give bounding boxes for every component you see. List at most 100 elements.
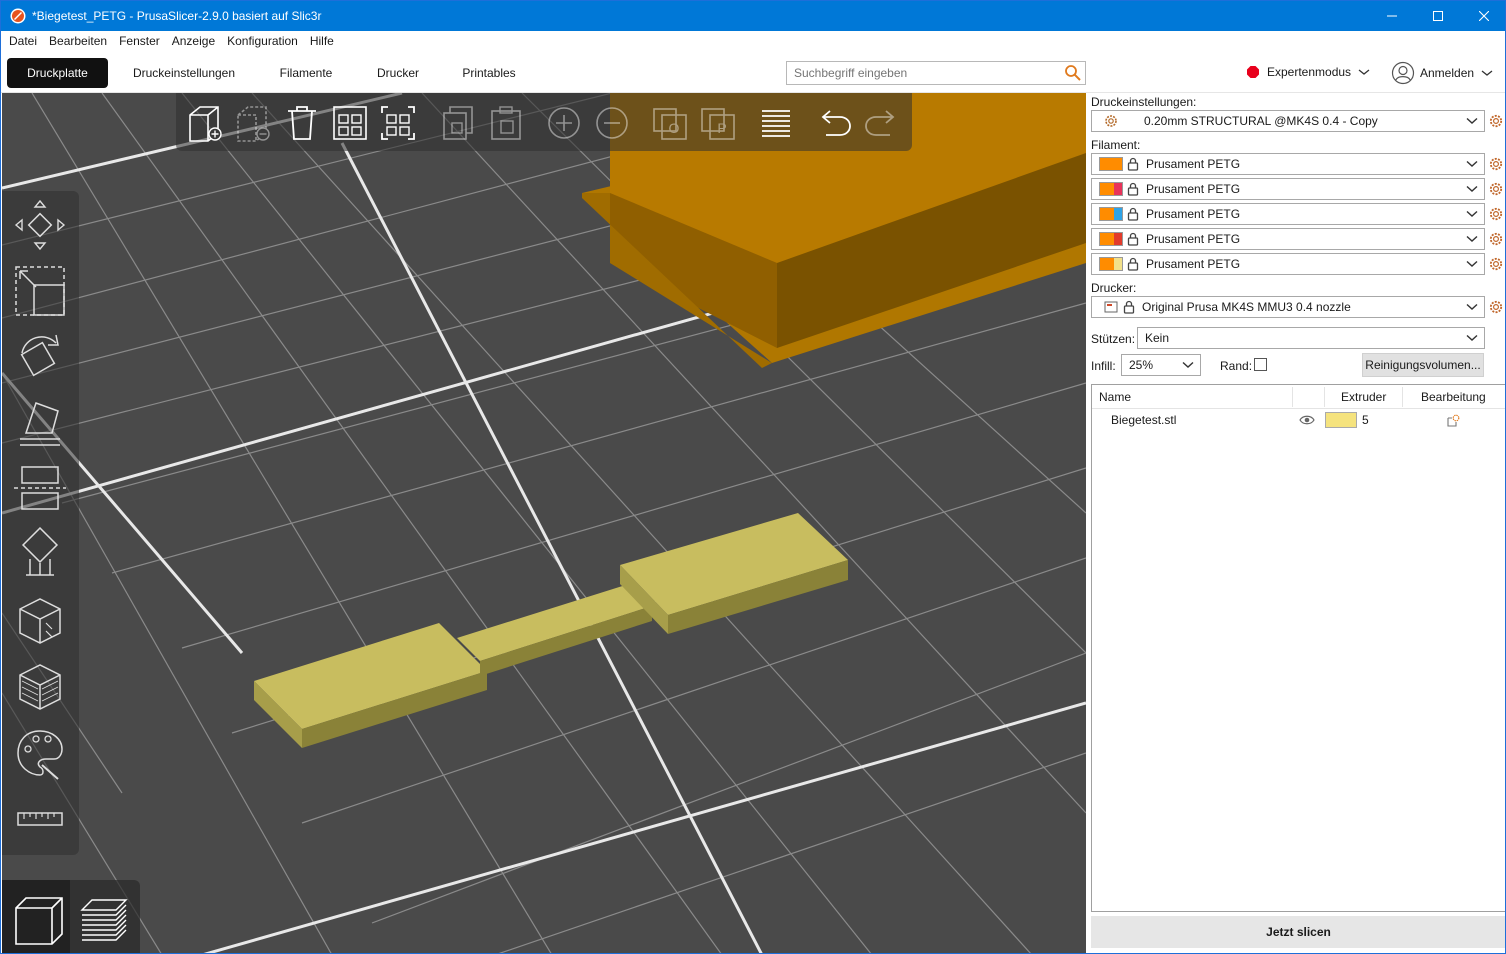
minimize-button[interactable] [1369, 1, 1415, 31]
purge-volumes-button[interactable]: Reinigungsvolumen... [1362, 353, 1484, 377]
printer-icon [1104, 301, 1118, 313]
measure-icon[interactable] [12, 791, 68, 847]
column-extruder[interactable]: Extruder [1341, 385, 1386, 409]
brim-checkbox[interactable] [1254, 358, 1267, 371]
menu-anzeige[interactable]: Anzeige [166, 31, 221, 52]
seam-painting-icon[interactable] [12, 593, 68, 649]
menu-fenster[interactable]: Fenster [113, 31, 166, 52]
3d-view-button[interactable] [2, 880, 70, 953]
move-icon[interactable] [12, 197, 68, 253]
tab-drucker[interactable]: Drucker [365, 58, 431, 88]
split-to-parts-icon[interactable]: P [698, 103, 738, 143]
mode-label: Expertenmodus [1267, 65, 1352, 79]
print-profile-combo[interactable]: 0.20mm STRUCTURAL @MK4S 0.4 - Copy [1091, 110, 1485, 132]
paste-icon[interactable] [486, 103, 526, 143]
infill-combo[interactable]: 25% [1121, 354, 1201, 376]
supports-combo[interactable]: Kein [1137, 327, 1485, 349]
add-object-icon[interactable] [186, 103, 226, 143]
cube-view-icon [15, 897, 63, 945]
search-icon[interactable] [1064, 64, 1082, 82]
printer-combo[interactable]: Original Prusa MK4S MMU3 0.4 nozzle [1091, 296, 1485, 318]
filament-name: Prusament PETG [1146, 232, 1241, 246]
chevron-down-icon [1182, 361, 1194, 368]
lock-icon [1127, 182, 1139, 196]
column-separator [1292, 387, 1293, 407]
tab-filamente[interactable]: Filamente [267, 58, 345, 88]
menu-konfiguration[interactable]: Konfiguration [221, 31, 304, 52]
edit-object-settings-icon[interactable] [1446, 414, 1460, 428]
delete-all-icon[interactable] [282, 103, 322, 143]
table-row[interactable]: Biegetest.stl 5 [1092, 409, 1505, 431]
filament-combo-5[interactable]: Prusament PETG [1091, 253, 1485, 275]
split-to-objects-icon[interactable]: O [650, 103, 690, 143]
search-input[interactable] [787, 62, 1047, 84]
print-bed-scene [2, 93, 1086, 953]
column-editing[interactable]: Bearbeitung [1421, 385, 1486, 409]
copy-icon[interactable] [438, 103, 478, 143]
top-toolbar: O P [176, 93, 912, 151]
remove-instance-icon[interactable] [592, 103, 632, 143]
cut-icon[interactable] [12, 461, 68, 517]
layers-preview-icon [80, 899, 128, 941]
tab-druckeinstellungen[interactable]: Druckeinstellungen [121, 58, 247, 88]
menu-bearbeiten[interactable]: Bearbeiten [43, 31, 113, 52]
menu-datei[interactable]: Datei [3, 31, 43, 52]
lock-icon [1123, 300, 1135, 314]
close-button[interactable] [1461, 1, 1505, 31]
3d-scene-canvas[interactable]: O P [2, 93, 1086, 953]
filament-combo-2[interactable]: Prusament PETG [1091, 178, 1485, 200]
printer-value: Original Prusa MK4S MMU3 0.4 nozzle [1142, 300, 1351, 314]
slice-now-button[interactable]: Jetzt slicen [1091, 916, 1505, 948]
support-painting-icon[interactable] [12, 527, 68, 583]
prusaslicer-window: *Biegetest_PETG - PrusaSlicer-2.9.0 basi… [0, 0, 1506, 954]
maximize-icon [1433, 11, 1443, 21]
tab-druckplatte[interactable]: Druckplatte [7, 58, 108, 88]
chevron-down-icon [1466, 260, 1478, 267]
multimaterial-painting-icon[interactable] [12, 725, 68, 781]
column-name[interactable]: Name [1099, 385, 1131, 409]
close-icon [1479, 11, 1489, 21]
tab-printables[interactable]: Printables [451, 58, 527, 88]
edit-filament-gear-icon[interactable] [1489, 182, 1503, 196]
arrange-icon[interactable] [330, 103, 370, 143]
extruder-color-swatch[interactable] [1325, 412, 1357, 428]
login-label: Anmelden [1420, 66, 1475, 80]
mode-selector[interactable]: Expertenmodus [1247, 65, 1371, 79]
fuzzy-skin-icon[interactable] [12, 659, 68, 715]
maximize-button[interactable] [1415, 1, 1461, 31]
place-on-face-icon[interactable] [12, 395, 68, 451]
filament-combo-4[interactable]: Prusament PETG [1091, 228, 1485, 250]
svg-text:O: O [669, 120, 680, 136]
menu-hilfe[interactable]: Hilfe [304, 31, 340, 52]
edit-filament-gear-icon[interactable] [1489, 207, 1503, 221]
login-button[interactable]: Anmelden [1391, 61, 1494, 85]
column-separator [1324, 387, 1325, 407]
edit-filament-gear-icon[interactable] [1489, 232, 1503, 246]
rotate-icon[interactable] [12, 329, 68, 385]
brim-label: Rand: [1220, 359, 1253, 373]
edit-filament-gear-icon[interactable] [1489, 157, 1503, 171]
chevron-down-icon [1466, 210, 1478, 217]
edit-printer-gear-icon[interactable] [1489, 300, 1503, 314]
scale-icon[interactable] [12, 263, 68, 319]
undo-icon[interactable] [814, 103, 854, 143]
window-title: *Biegetest_PETG - PrusaSlicer-2.9.0 basi… [32, 9, 322, 23]
infill-value: 25% [1129, 358, 1154, 372]
edit-print-profile-gear-icon[interactable] [1489, 114, 1503, 128]
add-instance-icon[interactable] [544, 103, 584, 143]
printer-label: Drucker: [1091, 281, 1137, 295]
visibility-eye-icon[interactable] [1299, 414, 1315, 426]
lock-icon [1127, 232, 1139, 246]
chevron-down-icon [1466, 117, 1478, 124]
edit-filament-gear-icon[interactable] [1489, 257, 1503, 271]
preview-button[interactable] [70, 880, 138, 953]
delete-icon[interactable] [234, 103, 274, 143]
filament-color-swatch [1099, 207, 1123, 221]
filament-combo-3[interactable]: Prusament PETG [1091, 203, 1485, 225]
prusaslicer-logo-icon [10, 8, 26, 24]
filament-color-swatch [1099, 232, 1123, 246]
redo-icon[interactable] [862, 103, 902, 143]
filament-combo-1[interactable]: Prusament PETG [1091, 153, 1485, 175]
variable-layer-height-icon[interactable] [756, 103, 796, 143]
arrange-selection-icon[interactable] [378, 103, 418, 143]
